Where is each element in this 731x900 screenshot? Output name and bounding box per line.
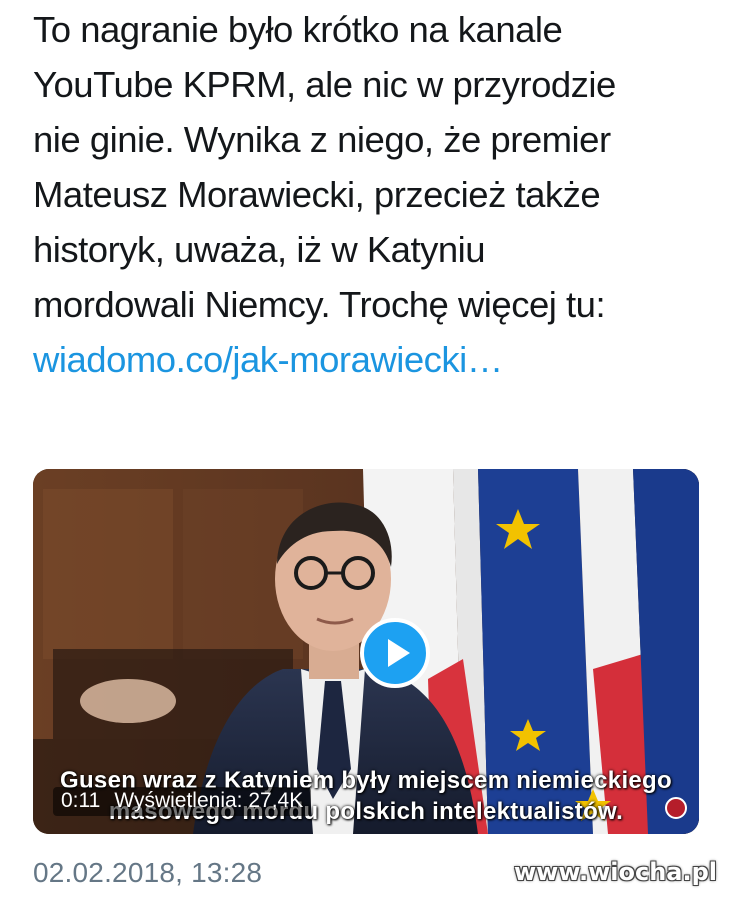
tweet-text-line: historyk, uważa, iż w Katyniu: [33, 229, 486, 270]
tweet-text-line: nie ginie. Wynika z niego, że premier: [33, 119, 611, 160]
video-duration: 0:11: [61, 789, 101, 812]
play-icon: [388, 639, 410, 667]
play-button[interactable]: [360, 618, 430, 688]
watermark: www.wiocha.pl: [513, 858, 717, 886]
channel-logo: [665, 797, 687, 819]
video-info-badge: 0:11 Wyświetlenia: 27,4K: [53, 787, 312, 816]
tweet-timestamp[interactable]: 02.02.2018, 13:28: [33, 857, 262, 889]
tweet-text: To nagranie było krótko na kanale YouTub…: [33, 2, 713, 387]
tweet-text-line: YouTube KPRM, ale nic w przyrodzie: [33, 64, 616, 105]
video-player[interactable]: Gusen wraz z Katyniem były miejscem niem…: [33, 469, 699, 834]
tweet-text-line: To nagranie było krótko na kanale: [33, 9, 563, 50]
video-views: Wyświetlenia: 27,4K: [114, 789, 304, 812]
tweet-link[interactable]: wiadomo.co/jak-morawiecki…: [33, 339, 503, 380]
tweet-text-line: mordowali Niemcy. Trochę więcej tu:: [33, 284, 606, 325]
tweet-text-line: Mateusz Morawiecki, przecież także: [33, 174, 601, 215]
